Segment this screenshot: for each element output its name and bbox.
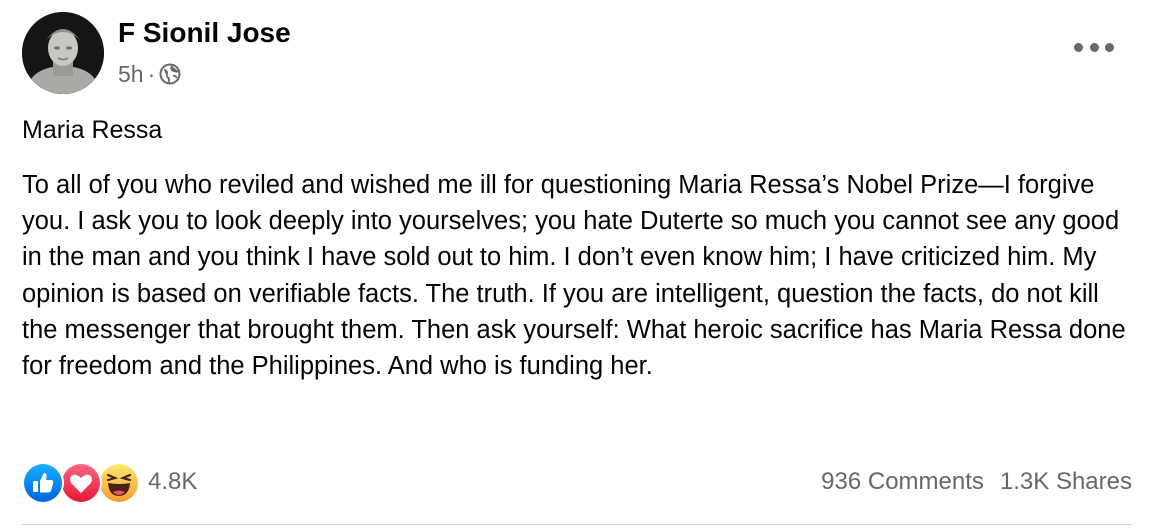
like-icon — [22, 462, 64, 504]
comments-count-link[interactable]: 936 Comments — [821, 466, 984, 498]
love-icon — [60, 462, 102, 504]
shares-count-link[interactable]: 1.3K Shares — [1000, 466, 1132, 498]
more-dot-icon — [1074, 42, 1083, 52]
more-dot-icon — [1089, 42, 1099, 52]
globe-icon — [159, 63, 181, 85]
post-timestamp[interactable]: 5h — [118, 60, 144, 88]
haha-icon — [98, 462, 140, 504]
post-meta: 5h · — [118, 60, 181, 88]
author-name[interactable]: F Sionil Jose — [118, 17, 291, 49]
post-stats: 936 Comments 1.3K Shares — [821, 466, 1132, 498]
reactions-summary[interactable]: 4.8K — [22, 462, 198, 504]
more-options-button[interactable] — [1074, 32, 1114, 62]
meta-separator: · — [147, 61, 156, 87]
post-title: Maria Ressa — [22, 116, 163, 144]
author-avatar[interactable] — [22, 12, 104, 94]
reaction-icons — [22, 462, 140, 504]
more-dot-icon — [1105, 42, 1114, 52]
post-body: To all of you who reviled and wished me … — [22, 171, 1126, 381]
divider — [22, 524, 1132, 525]
avatar-image — [22, 12, 104, 94]
reaction-count: 4.8K — [148, 468, 198, 495]
